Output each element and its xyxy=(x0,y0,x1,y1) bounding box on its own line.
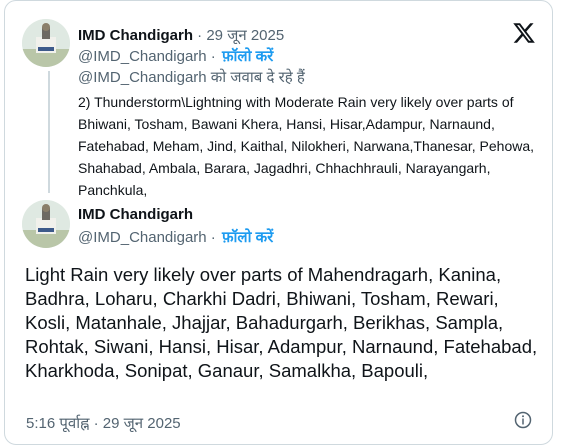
follow-button[interactable]: फ़ॉलो करें xyxy=(222,48,273,65)
thread-connector-line xyxy=(48,71,50,193)
author-handle[interactable]: @IMD_Chandigarh xyxy=(78,229,207,246)
x-logo-icon[interactable] xyxy=(512,21,536,45)
main-handle-row: @IMD_Chandigarh · फ़ॉलो करें xyxy=(78,227,273,247)
separator: · xyxy=(197,27,203,44)
author-name[interactable]: IMD Chandigarh xyxy=(78,27,193,44)
separator: · xyxy=(210,48,216,65)
avatar[interactable] xyxy=(22,19,70,67)
imd-emblem-avatar-icon xyxy=(22,19,70,67)
avatar[interactable] xyxy=(22,200,70,248)
author-handle[interactable]: @IMD_Chandigarh xyxy=(78,48,207,65)
main-author-name[interactable]: IMD Chandigarh xyxy=(78,206,193,223)
reply-author-row: IMD Chandigarh · 29 जून 2025 xyxy=(78,25,284,45)
tweet-date: 29 जून 2025 xyxy=(102,415,181,432)
reply-tweet-text: 2) Thunderstorm\Lightning with Moderate … xyxy=(78,94,535,198)
imd-emblem-avatar-icon xyxy=(22,200,70,248)
separator: · xyxy=(210,229,216,246)
tweet-timestamp[interactable]: 5:16 पूर्वाह्न · 29 जून 2025 xyxy=(26,413,181,433)
info-icon[interactable] xyxy=(514,411,532,429)
separator: · xyxy=(93,415,99,432)
replying-to-note: @IMD_Chandigarh को जवाब दे रहे हैं xyxy=(78,69,305,86)
tweet-date[interactable]: 29 जून 2025 xyxy=(206,27,284,44)
follow-button[interactable]: फ़ॉलो करें xyxy=(222,229,273,246)
tweet-time: 5:16 पूर्वाह्न xyxy=(26,415,90,432)
tweet-embed-card: IMD Chandigarh · 29 जून 2025 @IMD_Chandi… xyxy=(4,0,553,445)
main-tweet-text: Light Rain very likely over parts of Mah… xyxy=(25,264,538,381)
reply-handle-row: @IMD_Chandigarh · फ़ॉलो करें xyxy=(78,46,273,66)
